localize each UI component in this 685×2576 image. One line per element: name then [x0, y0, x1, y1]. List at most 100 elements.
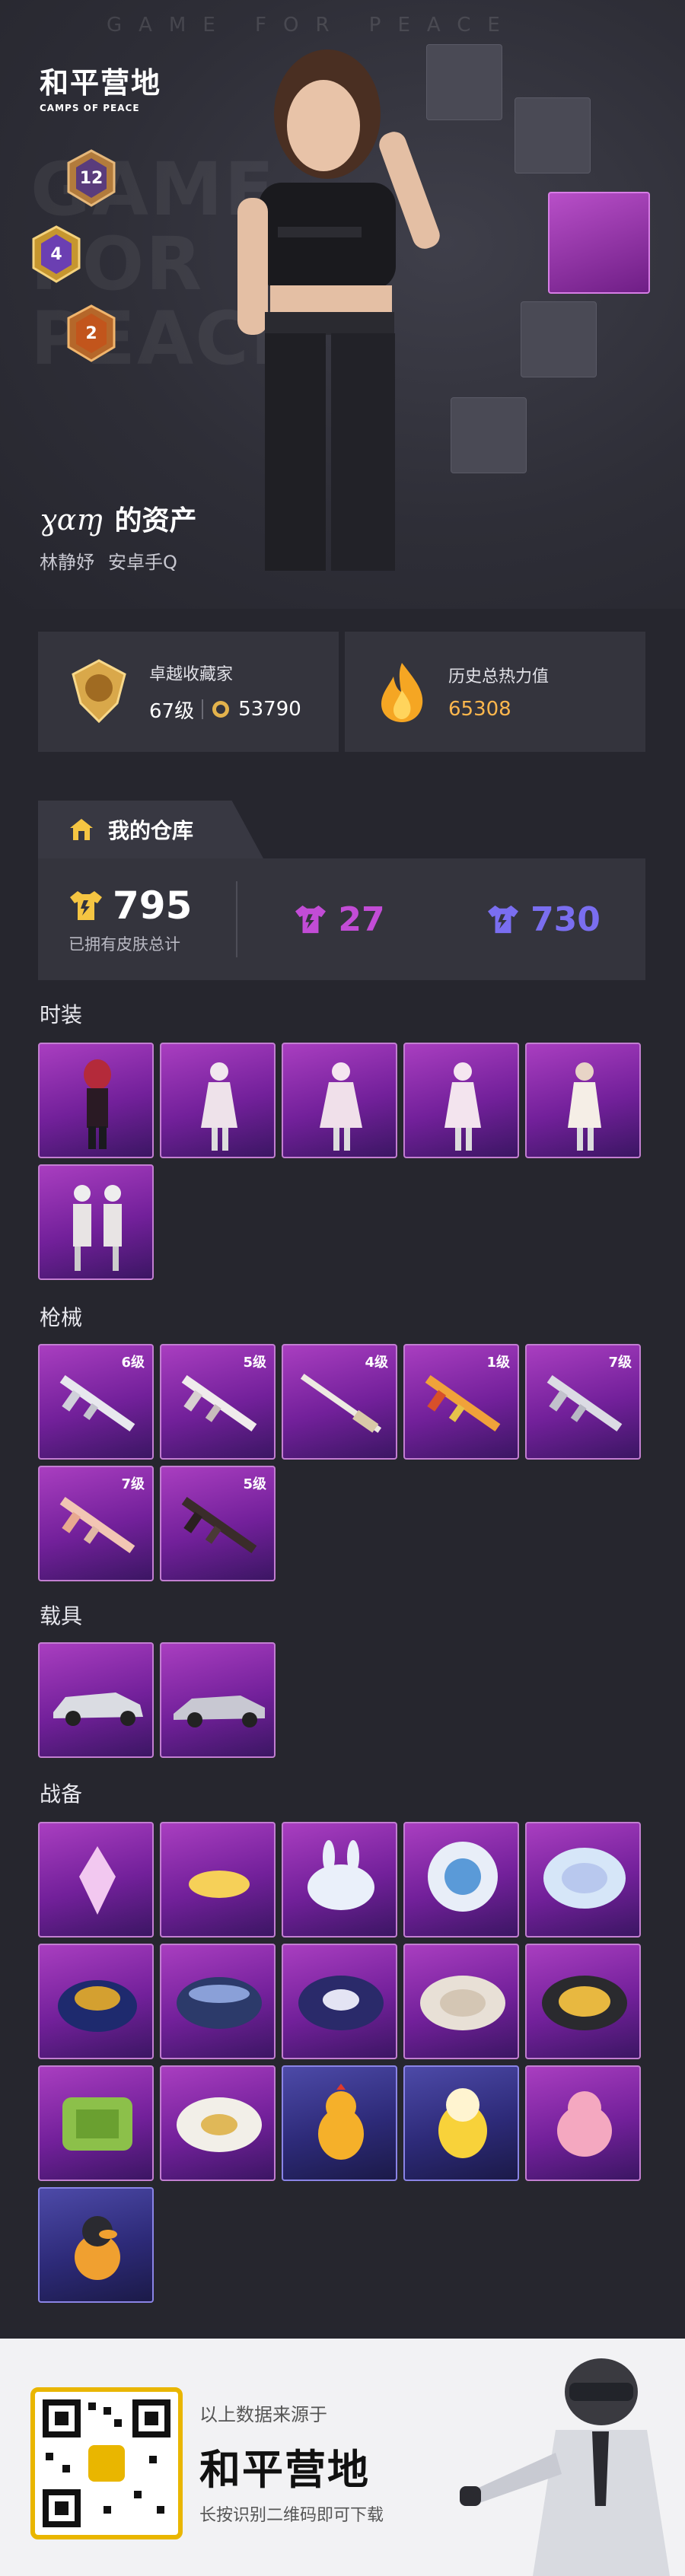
tier-badge-2: 4	[29, 225, 84, 283]
vehicles-grid	[38, 1642, 641, 1758]
gear-item[interactable]	[38, 1822, 154, 1938]
gear-item[interactable]	[525, 1822, 641, 1938]
platform-name: 安卓手Q	[108, 552, 177, 573]
parachute-icon	[177, 1977, 262, 2029]
flame-icon	[381, 663, 423, 722]
skin-total: 795	[113, 884, 193, 928]
collector-level: 67级	[149, 699, 195, 723]
gear-item[interactable]	[282, 1944, 397, 2059]
section-title-gear: 战备	[40, 1782, 83, 1807]
gear-item[interactable]	[38, 1944, 154, 2059]
outfit-icon	[84, 1059, 111, 1149]
wardrobe-item-4[interactable]	[451, 397, 527, 473]
blue-count: 730	[441, 900, 645, 939]
fashion-item[interactable]	[160, 1043, 276, 1158]
divider	[202, 699, 204, 719]
parachute-icon	[543, 1848, 626, 1909]
gear-item[interactable]	[38, 2187, 154, 2303]
tier-badge-1: 12	[64, 149, 119, 207]
fashion-item[interactable]	[38, 1043, 154, 1158]
vehicle-item[interactable]	[160, 1642, 276, 1758]
purple-skin-icon	[295, 905, 327, 934]
warehouse-summary: 795 已拥有皮肤总计 27 730	[38, 858, 645, 980]
parachute-icon	[298, 1976, 384, 2030]
parachute-icon	[177, 2097, 262, 2152]
weapon-item[interactable]: 6级	[38, 1344, 154, 1460]
bunny-glider-icon	[307, 1840, 374, 1910]
parachute-icon	[542, 1976, 627, 2030]
soldier-illustration	[460, 2358, 670, 2576]
gear-item[interactable]	[38, 2065, 154, 2181]
warehouse-icon	[70, 819, 93, 840]
heat-stat: 历史总热力值 65308	[345, 632, 645, 752]
profile-block: ɣɑɱ 的资产 林静妤 安卓手Q	[40, 498, 196, 574]
chick-icon	[438, 2088, 487, 2158]
weapon-item[interactable]: 1级	[403, 1344, 519, 1460]
fashion-grid	[38, 1043, 641, 1280]
purple-count: 27	[237, 900, 441, 939]
heat-value: 65308	[448, 698, 511, 721]
duck-icon	[75, 2216, 120, 2280]
fashion-item[interactable]	[38, 1164, 154, 1280]
qr-code[interactable]	[30, 2387, 183, 2539]
tab-warehouse[interactable]: 我的仓库	[38, 801, 263, 858]
outfit-icon	[444, 1062, 481, 1151]
section-title-vehicles: 载具	[40, 1603, 83, 1629]
points-icon	[212, 701, 230, 718]
vehicle-item[interactable]	[38, 1642, 154, 1758]
gear-item[interactable]	[403, 2065, 519, 2181]
parachute-icon	[420, 1976, 505, 2030]
source-text: 以上数据来源于	[199, 2404, 327, 2425]
weapon-item[interactable]: 4级	[282, 1344, 397, 1460]
player-name: ɣɑɱ	[40, 503, 104, 537]
section-title-fashion: 时装	[40, 1002, 83, 1027]
server-name: 林静妤	[40, 552, 94, 573]
crystal-icon	[79, 1846, 116, 1915]
skin-total-icon	[70, 891, 102, 920]
hero-banner: GAME FOR PEACE GAME FOR PEACE 和平营地 CAMPS O…	[0, 0, 685, 609]
fashion-item[interactable]	[403, 1043, 519, 1158]
parachute-icon	[62, 2097, 132, 2151]
fashion-item[interactable]	[282, 1043, 397, 1158]
assets-title: 的资产	[114, 505, 197, 537]
gear-item[interactable]	[525, 2065, 641, 2181]
collector-medal-icon	[72, 659, 126, 724]
stats-row: 卓越收藏家 67级 53790 历史总热力值 65308	[38, 632, 645, 752]
outfit-icon	[320, 1062, 362, 1151]
parachute-icon	[428, 1842, 498, 1912]
gear-grid	[38, 1822, 641, 2303]
car-icon	[174, 1696, 265, 1727]
wardrobe-item-featured[interactable]	[548, 192, 650, 294]
blue-skin-icon	[488, 905, 519, 934]
wardrobe-item-3[interactable]	[521, 301, 597, 377]
car-icon	[53, 1692, 143, 1726]
chicken-icon	[318, 2084, 364, 2160]
outfit-icon	[568, 1062, 601, 1151]
wardrobe-item-2[interactable]	[515, 97, 591, 174]
footer-download: 以上数据来源于 和平营地 长按识别二维码即可下载	[0, 2339, 685, 2576]
fashion-item[interactable]	[525, 1043, 641, 1158]
collector-points: 53790	[238, 698, 301, 721]
brand-logo-text: 和平营地	[199, 2446, 370, 2494]
gear-item[interactable]	[282, 2065, 397, 2181]
glider-icon	[189, 1871, 250, 1898]
gear-item[interactable]	[282, 1822, 397, 1938]
gear-item[interactable]	[525, 1944, 641, 2059]
gear-item[interactable]	[160, 1944, 276, 2059]
gear-item[interactable]	[160, 2065, 276, 2181]
outfit-icon	[201, 1062, 237, 1151]
gear-item[interactable]	[403, 1944, 519, 2059]
weapon-item[interactable]: 7级	[38, 1466, 154, 1581]
collector-stat: 卓越收藏家 67级 53790	[38, 632, 339, 752]
skin-total-label: 已拥有皮肤总计	[68, 935, 180, 954]
download-hint: 长按识别二维码即可下载	[199, 2506, 384, 2525]
tier-badge-3: 2	[64, 304, 119, 362]
weapons-grid: 6级 5级 4级 1级 7级 7级 5级	[38, 1344, 641, 1581]
weapon-item[interactable]: 5级	[160, 1466, 276, 1581]
wardrobe-item-1[interactable]	[426, 44, 502, 120]
weapon-item[interactable]: 7级	[525, 1344, 641, 1460]
gear-item[interactable]	[160, 1822, 276, 1938]
weapon-item[interactable]: 5级	[160, 1344, 276, 1460]
section-title-weapons: 枪械	[40, 1305, 83, 1330]
gear-item[interactable]	[403, 1822, 519, 1938]
